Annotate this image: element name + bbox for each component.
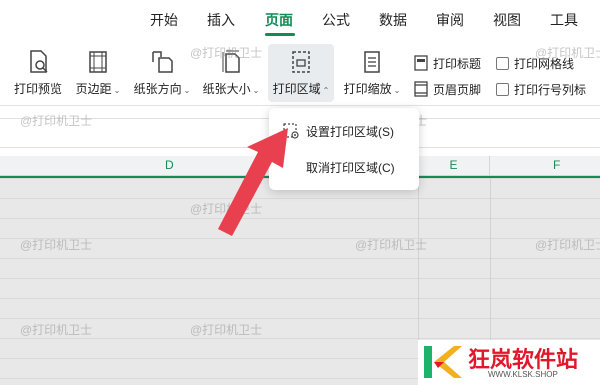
header-footer-label: 页眉页脚 (433, 82, 482, 97)
print-gridlines-label: 打印网格线 (514, 56, 575, 71)
set-print-area-menu-item[interactable]: 设置打印区域(S) (269, 116, 419, 146)
logo-site-text: WWW.KLSK.SHOP (488, 370, 558, 379)
set-print-area-icon (283, 123, 299, 139)
chevron-down-icon: ⌄ (393, 86, 401, 95)
tab-insert[interactable]: 插入 (207, 10, 235, 30)
tab-formulas[interactable]: 公式 (322, 10, 350, 30)
print-scaling-label: 打印缩放 (343, 82, 392, 96)
ribbon-toolbar: 打印预览 页边距 ⌄ 纸张方向 ⌄ 纸张大小 ⌄ 打印区域 ⌃ 打印缩放 ⌄ 打… (0, 38, 600, 106)
checkbox-icon (496, 82, 509, 96)
tab-view[interactable]: 视图 (493, 10, 521, 30)
print-preview-icon (30, 50, 48, 73)
print-scaling-icon (364, 51, 380, 73)
chevron-down-icon: ⌄ (113, 86, 121, 95)
tab-page[interactable]: 页面 (265, 10, 293, 30)
margins-icon (89, 51, 107, 73)
active-tab-indicator (265, 33, 295, 36)
logo-k-mark (424, 346, 462, 378)
print-area-button[interactable]: 打印区域 ⌃ (268, 44, 334, 102)
margins-label: 页边距 (75, 82, 112, 96)
chevron-down-icon: ⌄ (183, 86, 191, 95)
print-row-col-headers-checkbox[interactable]: 打印行号列标 (496, 78, 586, 100)
margins-button[interactable]: 页边距 ⌄ (72, 44, 124, 102)
orientation-button[interactable]: 纸张方向 ⌄ (131, 44, 193, 102)
tab-home[interactable]: 开始 (150, 10, 178, 30)
paper-size-label: 纸张大小 (202, 82, 251, 96)
print-titles-button[interactable]: 打印标题 (413, 52, 481, 74)
checkbox-icon (496, 56, 509, 70)
orientation-label: 纸张方向 (133, 82, 182, 96)
set-print-area-label: 设置打印区域(S) (306, 124, 394, 139)
chevron-up-icon: ⌃ (322, 86, 330, 95)
paper-size-button[interactable]: 纸张大小 ⌄ (200, 44, 262, 102)
print-area-dropdown: 设置打印区域(S) 取消打印区域(C) (269, 108, 419, 190)
menu-tab-bar: 开始 插入 页面 公式 数据 审阅 视图 工具 (0, 0, 600, 38)
print-area-icon (292, 51, 310, 73)
tab-data[interactable]: 数据 (379, 10, 407, 30)
tab-tools[interactable]: 工具 (550, 10, 578, 30)
header-footer-icon (414, 81, 428, 97)
print-preview-label: 打印预览 (13, 82, 62, 96)
print-titles-icon (414, 55, 428, 71)
site-logo: 狂岚软件站 WWW.KLSK.SHOP (418, 340, 600, 385)
paper-size-icon (222, 50, 240, 73)
print-gridlines-checkbox[interactable]: 打印网格线 (496, 52, 574, 74)
header-footer-button[interactable]: 页眉页脚 (413, 78, 481, 100)
chevron-down-icon: ⌄ (252, 86, 260, 95)
column-header-f[interactable]: F (490, 156, 600, 175)
clear-print-area-menu-item[interactable]: 取消打印区域(C) (269, 152, 419, 182)
print-titles-label: 打印标题 (433, 56, 482, 71)
column-header-e[interactable]: E (418, 156, 490, 175)
tab-review[interactable]: 审阅 (436, 10, 464, 30)
print-row-col-headers-label: 打印行号列标 (514, 82, 587, 97)
print-preview-button[interactable]: 打印预览 (10, 44, 66, 102)
clear-print-area-label: 取消打印区域(C) (306, 160, 395, 175)
print-area-label: 打印区域 (272, 82, 321, 96)
print-scaling-button[interactable]: 打印缩放 ⌄ (340, 44, 404, 102)
orientation-icon (152, 51, 173, 73)
